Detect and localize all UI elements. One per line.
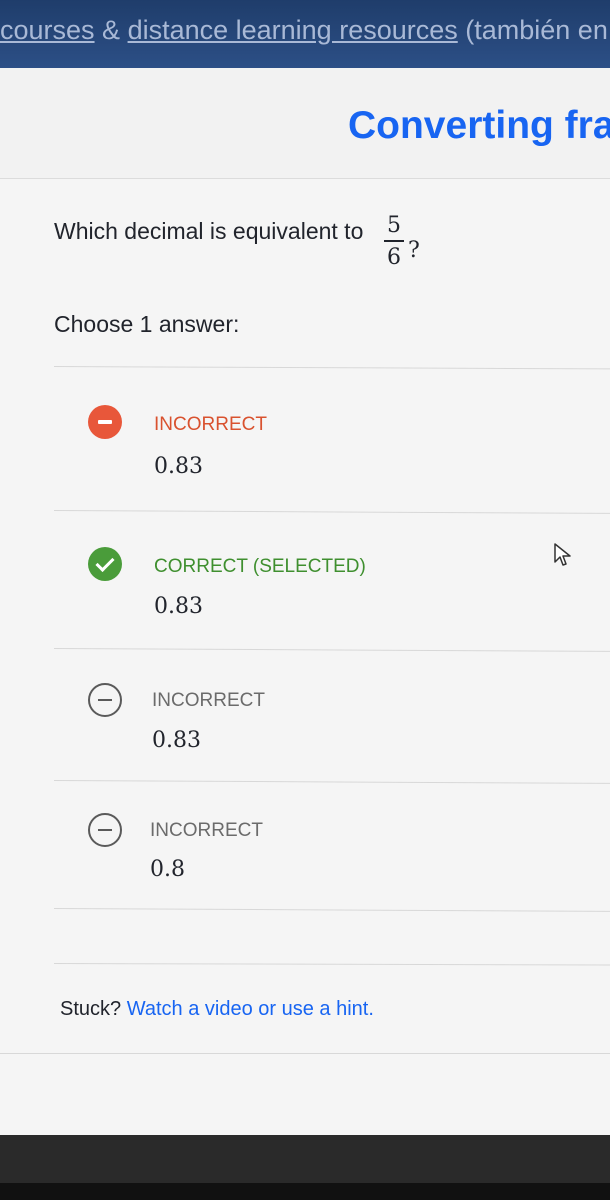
banner-tail: (también en [457,15,608,45]
stuck-label: Stuck? [60,998,122,1020]
page-title: Converting fra [348,104,610,147]
minus-outline-icon [88,683,122,717]
choice-value: 0.83 [152,728,201,753]
help-row: Stuck? Watch a video or use a hint. [60,998,374,1021]
fraction-numerator: 5 [387,213,401,238]
minus-outline-icon [88,813,122,847]
exercise-header: Converting fra [0,68,610,179]
mouse-cursor-icon [554,543,571,566]
divider [53,648,610,652]
choice-status: CORRECT (SELECTED) [154,556,366,577]
exercise-content: Converting fra Which decimal is equivale… [0,68,610,1135]
divider [53,780,610,784]
minus-filled-icon [88,405,122,439]
question-fraction: 5 6 [382,213,406,270]
choice-status: INCORRECT [154,414,267,435]
divider [53,510,610,514]
distance-learning-link[interactable]: distance learning resources [128,15,458,45]
page: courses & distance learning resources (t… [0,0,610,1200]
choice-status: INCORRECT [150,820,263,841]
check-icon [88,547,122,581]
choice-value: 0.83 [154,454,203,479]
choice-value: 0.83 [154,594,203,619]
top-banner: courses & distance learning resources (t… [0,0,610,68]
choice-status: INCORRECT [152,690,265,711]
watch-video-hint-link[interactable]: Watch a video or use a hint. [127,998,374,1020]
courses-link[interactable]: courses [0,15,95,45]
question-mark: ? [408,238,420,263]
fraction-bar [384,240,404,242]
choice-value: 0.8 [150,857,185,882]
choose-label: Choose 1 answer: [54,311,240,337]
footer-band [0,1135,610,1200]
fraction-denominator: 6 [387,245,401,270]
divider [0,1053,610,1054]
question-text: Which decimal is equivalent to [54,218,364,244]
divider [53,366,610,370]
divider [53,963,610,966]
divider [53,908,610,912]
banner-separator: & [94,15,128,45]
screen-bezel [0,1183,610,1200]
